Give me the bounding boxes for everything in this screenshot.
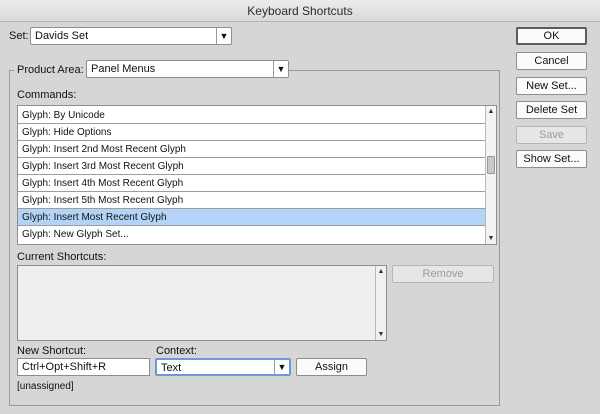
current-shortcuts-list[interactable]: ▲ ▼ [17, 265, 387, 341]
list-item-selected[interactable]: Glyph: Insert Most Recent Glyph [18, 209, 485, 226]
current-shortcuts-label: Current Shortcuts: [17, 251, 107, 263]
list-item[interactable]: Glyph: Insert 3rd Most Recent Glyph [18, 158, 485, 175]
context-label: Context: [156, 345, 197, 357]
commands-scrollbar[interactable]: ▲ ▼ [485, 106, 496, 244]
list-item[interactable]: Glyph: Hide Options [18, 124, 485, 141]
list-item[interactable]: Glyph: By Unicode [18, 107, 485, 124]
list-item[interactable]: Glyph: Insert 5th Most Recent Glyph [18, 192, 485, 209]
cancel-button[interactable]: Cancel [516, 52, 587, 70]
product-area-dropdown[interactable]: Panel Menus ▼ [86, 60, 289, 78]
window-title: Keyboard Shortcuts [0, 0, 600, 22]
arrow-up-icon[interactable]: ▲ [486, 107, 496, 116]
chevron-down-icon: ▼ [274, 360, 289, 374]
remove-button[interactable]: Remove [392, 265, 494, 283]
new-shortcut-input[interactable]: Ctrl+Opt+Shift+R [17, 358, 150, 376]
context-dropdown[interactable]: Text ▼ [155, 358, 291, 376]
current-shortcuts-scrollbar[interactable]: ▲ ▼ [375, 266, 386, 340]
delete-set-button[interactable]: Delete Set [516, 101, 587, 119]
set-dropdown[interactable]: Davids Set ▼ [30, 27, 232, 45]
context-value: Text [161, 362, 182, 374]
list-item[interactable]: Glyph: New Glyph Set... [18, 226, 485, 243]
assign-button[interactable]: Assign [296, 358, 367, 376]
new-shortcut-label: New Shortcut: [17, 345, 87, 357]
arrow-down-icon[interactable]: ▼ [486, 234, 496, 243]
save-button[interactable]: Save [516, 126, 587, 144]
commands-list[interactable]: Glyph: By Unicode Glyph: Hide Options Gl… [17, 105, 497, 245]
set-label: Set: [9, 30, 29, 42]
chevron-down-icon: ▼ [273, 61, 288, 77]
arrow-down-icon[interactable]: ▼ [376, 330, 386, 339]
new-set-button[interactable]: New Set... [516, 77, 587, 95]
set-value: Davids Set [35, 30, 89, 42]
commands-label: Commands: [17, 89, 77, 101]
arrow-up-icon[interactable]: ▲ [376, 267, 386, 276]
list-item[interactable]: Glyph: Insert 4th Most Recent Glyph [18, 175, 485, 192]
product-area-label: Product Area: [14, 64, 87, 76]
show-set-button[interactable]: Show Set... [516, 150, 587, 168]
list-item[interactable]: Glyph: Insert 2nd Most Recent Glyph [18, 141, 485, 158]
status-text: [unassigned] [17, 381, 74, 392]
scrollbar-thumb[interactable] [487, 156, 495, 174]
ok-button[interactable]: OK [516, 27, 587, 45]
chevron-down-icon: ▼ [216, 28, 231, 44]
product-area-value: Panel Menus [91, 63, 156, 75]
